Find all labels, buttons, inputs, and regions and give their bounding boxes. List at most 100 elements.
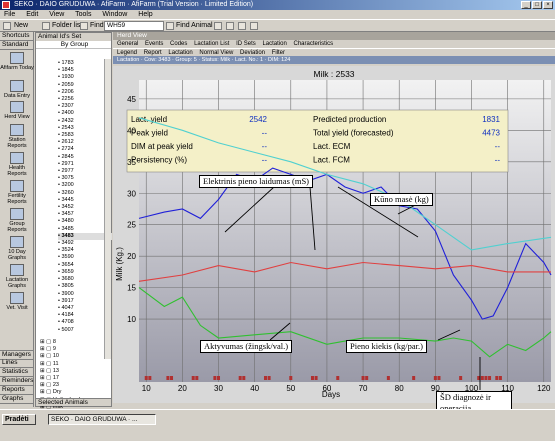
- shortcut-vet-visit[interactable]: Vet. Visit: [0, 292, 34, 311]
- preview-icon[interactable]: [238, 22, 246, 30]
- event-marker: [433, 376, 437, 380]
- info-value: --: [495, 142, 501, 151]
- start-button[interactable]: Pradėti: [2, 414, 36, 425]
- event-marker: [488, 376, 492, 380]
- nav-lines[interactable]: Lines: [0, 359, 34, 368]
- group-item[interactable]: ⊞ ▢ 10: [40, 353, 94, 360]
- group-item[interactable]: ⊞ ▢ Dry: [40, 389, 94, 396]
- event-marker: [267, 376, 271, 380]
- lactation-graph-icon: [10, 264, 24, 276]
- animal-set-header: Animal Id's Set: [36, 33, 111, 41]
- group-item[interactable]: ⊞ ▢ 23: [40, 382, 94, 389]
- info-value: --: [262, 129, 268, 138]
- menu-bar: File Edit View Tools Window Help: [0, 10, 555, 19]
- shortcut-health-reports[interactable]: Health Reports: [0, 152, 34, 177]
- tab-events[interactable]: Events: [145, 41, 163, 47]
- y-tick-label: 15: [127, 284, 136, 293]
- chart-title: Milk : 2533: [313, 69, 354, 79]
- taskbar: Pradėti SEKO · DAIO GRUDUWA · ...: [0, 409, 555, 441]
- nav-graphs[interactable]: Graphs: [0, 395, 34, 404]
- event-marker: [144, 376, 148, 380]
- tab-id-sets[interactable]: ID Sets: [236, 41, 256, 47]
- herd-view-tabs: General Events Codes Lactation List ID S…: [113, 40, 555, 48]
- event-marker: [213, 376, 217, 380]
- tab-lactation-list[interactable]: Lactation List: [194, 41, 229, 47]
- app-icon: [2, 1, 10, 9]
- tab-characteristics[interactable]: Characteristics: [293, 41, 333, 47]
- find-input[interactable]: WH59: [104, 21, 164, 31]
- info-value: 4473: [482, 129, 500, 138]
- nav-reports[interactable]: Reports: [0, 386, 34, 395]
- maximize-button[interactable]: □: [532, 1, 542, 9]
- settings-icon[interactable]: [250, 22, 258, 30]
- animal-list-panel: Animal Id's Set By Group • 1783 • 1845 • 1…: [35, 32, 112, 417]
- group-item[interactable]: ⊞ ▢ 9: [40, 346, 94, 353]
- nav-reminders[interactable]: Reminders: [0, 377, 34, 386]
- shortcuts-header: Shortcuts: [0, 32, 33, 41]
- event-marker: [148, 376, 152, 380]
- taskbar-app-button[interactable]: SEKO · DAIO GRUDUWA · ...: [48, 414, 156, 425]
- shortcuts-group-standard[interactable]: Standard: [0, 41, 33, 50]
- selected-animals-label[interactable]: Selected Animals: [36, 398, 111, 406]
- find-icon: [80, 22, 88, 30]
- new-button[interactable]: New: [14, 21, 28, 31]
- info-label: DIM at peak yield: [131, 142, 193, 151]
- fertility-reports-icon: [10, 180, 24, 192]
- nav-statistics[interactable]: Statistics: [0, 368, 34, 377]
- minimize-button[interactable]: _: [521, 1, 531, 9]
- menu-file[interactable]: File: [4, 11, 15, 18]
- tab-general[interactable]: General: [117, 41, 138, 47]
- find-button[interactable]: Find: [90, 21, 104, 31]
- animal-list-scrollbar[interactable]: [104, 59, 111, 359]
- x-tick-label: 30: [214, 384, 223, 393]
- shortcut-10-day-graphs[interactable]: 10 Day Graphs: [0, 236, 34, 261]
- shortcut-herd-view[interactable]: Herd View: [0, 101, 34, 120]
- graph-icon: [10, 236, 24, 248]
- shortcut-lactation-graphs[interactable]: Lactation Graphs: [0, 264, 34, 289]
- group-item[interactable]: ⊞ ▢ 8: [40, 339, 94, 346]
- event-marker: [477, 376, 481, 380]
- new-icon: [3, 22, 11, 30]
- menu-view[interactable]: View: [49, 11, 64, 18]
- find-animal-button[interactable]: Find Animal: [176, 21, 213, 31]
- event-marker: [263, 376, 267, 380]
- y-tick-label: 35: [127, 158, 136, 167]
- toolbar: New Folder list Find WH59 Find Animal: [0, 19, 555, 32]
- tab-lactation[interactable]: Lactation: [262, 41, 286, 47]
- info-label: Peak yield: [131, 129, 168, 138]
- info-label: Lact. yield: [131, 115, 167, 124]
- menu-help[interactable]: Help: [138, 11, 152, 18]
- x-tick-label: 20: [178, 384, 187, 393]
- by-group-label[interactable]: By Group: [36, 41, 111, 49]
- event-marker: [365, 376, 369, 380]
- lactation-chart: Milk : 2533 Lact. yield 2542 Predicted pro…: [113, 66, 555, 403]
- tab-codes[interactable]: Codes: [170, 41, 187, 47]
- event-marker: [170, 376, 174, 380]
- chart-subtoolbar: Legend Report Lactation Normal View Devi…: [113, 48, 555, 56]
- shortcut-group-reports[interactable]: Group Reports: [0, 208, 34, 233]
- event-marker: [166, 376, 170, 380]
- close-button[interactable]: ×: [543, 1, 553, 9]
- shortcut-data-entry[interactable]: Data Entry: [0, 80, 34, 99]
- y-tick-label: 25: [127, 221, 136, 230]
- herd-view-icon: [10, 101, 24, 113]
- menu-window[interactable]: Window: [102, 11, 127, 18]
- find-animal-icon: [166, 22, 174, 30]
- shortcut-fertility-reports[interactable]: Fertility Reports: [0, 180, 34, 205]
- menu-edit[interactable]: Edit: [26, 11, 38, 18]
- y-tick-label: 45: [127, 95, 136, 104]
- x-tick-label: 80: [395, 384, 404, 393]
- status-bar: Lactation · Cow: 3483 · Group: 5 · Statu…: [113, 56, 555, 64]
- print-icon[interactable]: [226, 22, 234, 30]
- folder-list-button[interactable]: Folder list: [52, 21, 82, 31]
- help-icon[interactable]: [214, 22, 222, 30]
- group-item[interactable]: ⊞ ▢ 17: [40, 375, 94, 382]
- event-marker: [498, 376, 502, 380]
- event-marker: [386, 376, 390, 380]
- group-item[interactable]: ⊞ ▢ 13: [40, 368, 94, 375]
- shortcut-station-reports[interactable]: Station Reports: [0, 124, 34, 149]
- menu-tools[interactable]: Tools: [75, 11, 91, 18]
- group-item[interactable]: ⊞ ▢ 11: [40, 361, 94, 368]
- event-marker: [459, 376, 463, 380]
- shortcut-afifarm-today[interactable]: Afifarm Today: [0, 52, 34, 71]
